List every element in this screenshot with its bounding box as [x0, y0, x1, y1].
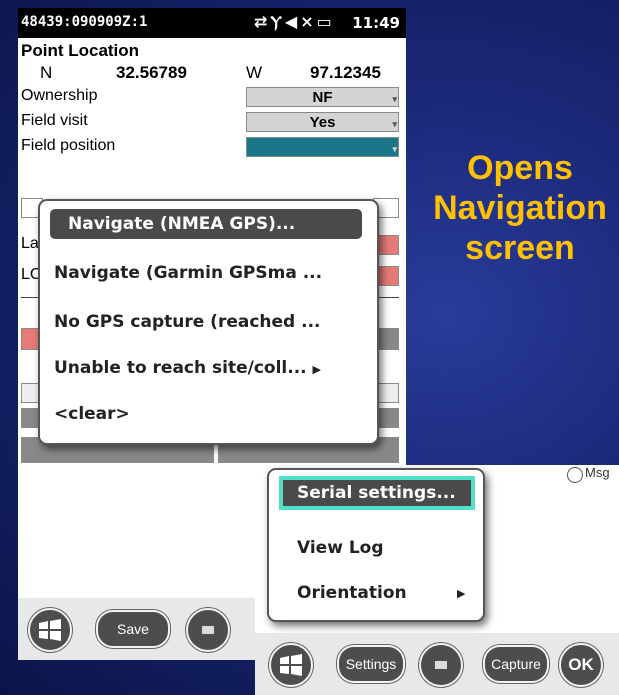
radio-button[interactable]	[567, 467, 583, 483]
windows-logo-icon	[39, 619, 61, 641]
ok-button[interactable]: OK	[559, 643, 603, 687]
settings-context-menu: Serial settings... View Log Orientation ▶	[267, 468, 485, 622]
keyboard-icon	[202, 626, 214, 634]
status-bar: 48439:090909Z:1 ⇄Ⲩ◀×▭ 11:49	[18, 8, 406, 38]
menu-item-clear[interactable]: <clear>	[54, 404, 130, 424]
clock: 11:49	[352, 14, 400, 32]
latitude-hemisphere: N	[40, 63, 53, 82]
ownership-dropdown[interactable]: NF ▾	[246, 87, 399, 107]
capture-button[interactable]: Capture	[483, 645, 549, 683]
hidden-label: La	[21, 235, 39, 252]
callout-text: Opens Navigation screen	[400, 148, 619, 268]
menu-item-label: Orientation	[297, 583, 407, 603]
speaker-muted-icon: ◀×	[284, 12, 317, 31]
battery-icon: ▭	[316, 12, 335, 31]
field-visit-label: Field visit	[21, 112, 88, 129]
longitude-value: 97.12345	[310, 63, 381, 82]
field-position-dropdown[interactable]: ▾	[246, 137, 399, 157]
menu-item-unable-to-reach[interactable]: Unable to reach site/coll... ▶	[54, 358, 321, 378]
menu-item-label: Unable to reach site/coll...	[54, 358, 313, 378]
settings-button[interactable]: Settings	[337, 645, 405, 683]
submenu-arrow-icon: ▶	[312, 363, 322, 376]
no-signal-icon: Ⲩ	[270, 12, 285, 31]
field-position-label: Field position	[21, 137, 116, 154]
dropdown-arrow-icon: ▾	[392, 144, 397, 154]
navigation-context-menu: Navigate (NMEA GPS)... Navigate (Garmin …	[38, 199, 379, 445]
submenu-arrow-icon: ▶	[457, 587, 466, 600]
windows-start-button[interactable]	[28, 608, 72, 652]
menu-item-orientation[interactable]: Orientation ▶	[297, 583, 465, 603]
windows-start-button[interactable]	[269, 643, 313, 687]
menu-item-serial-settings[interactable]: Serial settings...	[279, 476, 475, 510]
dropdown-arrow-icon: ▾	[392, 119, 397, 129]
radio-label: Msg	[585, 465, 610, 480]
callout-line: Opens	[467, 149, 573, 187]
longitude-hemisphere: W	[246, 63, 263, 82]
device-id: 48439:090909Z:1	[21, 14, 148, 30]
callout-line: screen	[465, 229, 575, 267]
menu-item-no-gps-capture[interactable]: No GPS capture (reached ...	[54, 312, 321, 332]
data-transfer-icon: ⇄	[254, 12, 271, 31]
save-button[interactable]: Save	[96, 610, 170, 648]
menu-item-navigate-nmea[interactable]: Navigate (NMEA GPS)...	[50, 209, 362, 239]
section-title: Point Location	[21, 41, 140, 60]
dropdown-arrow-icon: ▾	[392, 94, 397, 104]
ownership-label: Ownership	[21, 87, 98, 104]
field-visit-value: Yes	[309, 114, 336, 131]
keyboard-button[interactable]	[419, 643, 463, 687]
status-icons: ⇄Ⲩ◀×▭	[254, 12, 335, 32]
field-visit-dropdown[interactable]: Yes ▾	[246, 112, 399, 132]
keyboard-icon	[435, 661, 447, 669]
bottom-command-bar: Settings Capture OK	[255, 633, 619, 695]
menu-item-navigate-garmin[interactable]: Navigate (Garmin GPSma ...	[54, 263, 322, 283]
latitude-value: 32.56789	[116, 63, 187, 82]
keyboard-button[interactable]	[186, 608, 230, 652]
menu-item-view-log[interactable]: View Log	[297, 538, 384, 558]
device-screen-settings: Msg Serial settings... View Log Orientat…	[255, 465, 619, 695]
callout-line: Navigation	[433, 189, 607, 227]
ownership-value: NF	[312, 89, 333, 106]
windows-logo-icon	[280, 654, 302, 676]
